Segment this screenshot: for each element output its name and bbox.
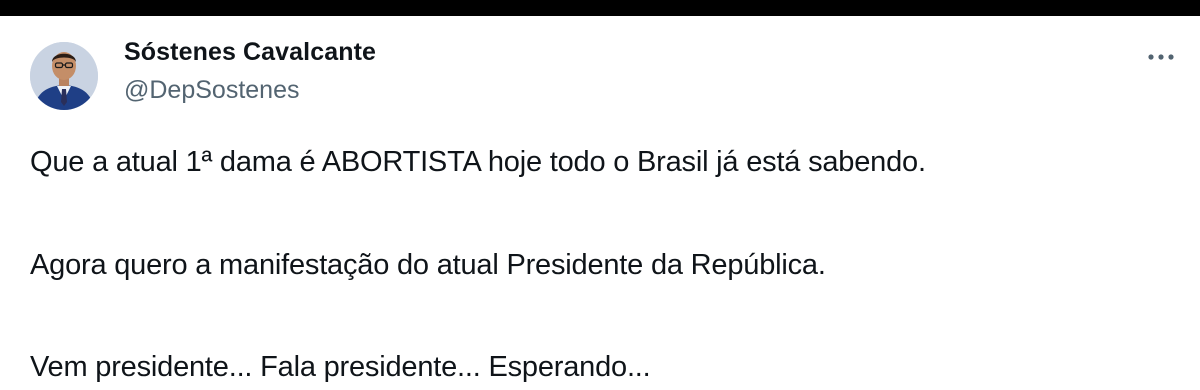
tweet-text-line-3: Vem presidente... Fala presidente... Esp…: [30, 351, 651, 383]
author-avatar[interactable]: [30, 42, 98, 110]
more-horizontal-icon: [1148, 54, 1174, 60]
tweet-text-line-2: Agora quero a manifestação do atual Pres…: [30, 249, 826, 281]
tweet-card: Sóstenes Cavalcante @DepSostenes Que a a…: [0, 16, 1200, 390]
top-black-bar: [0, 0, 1200, 16]
tweet-text-line-1: Que a atual 1ª dama é ABORTISTA hoje tod…: [30, 146, 926, 178]
author-name[interactable]: Sóstenes Cavalcante: [124, 38, 376, 67]
more-options-button[interactable]: [1138, 42, 1184, 72]
profile-photo-avatar-icon: [30, 42, 98, 110]
author-handle[interactable]: @DepSostenes: [124, 76, 299, 105]
